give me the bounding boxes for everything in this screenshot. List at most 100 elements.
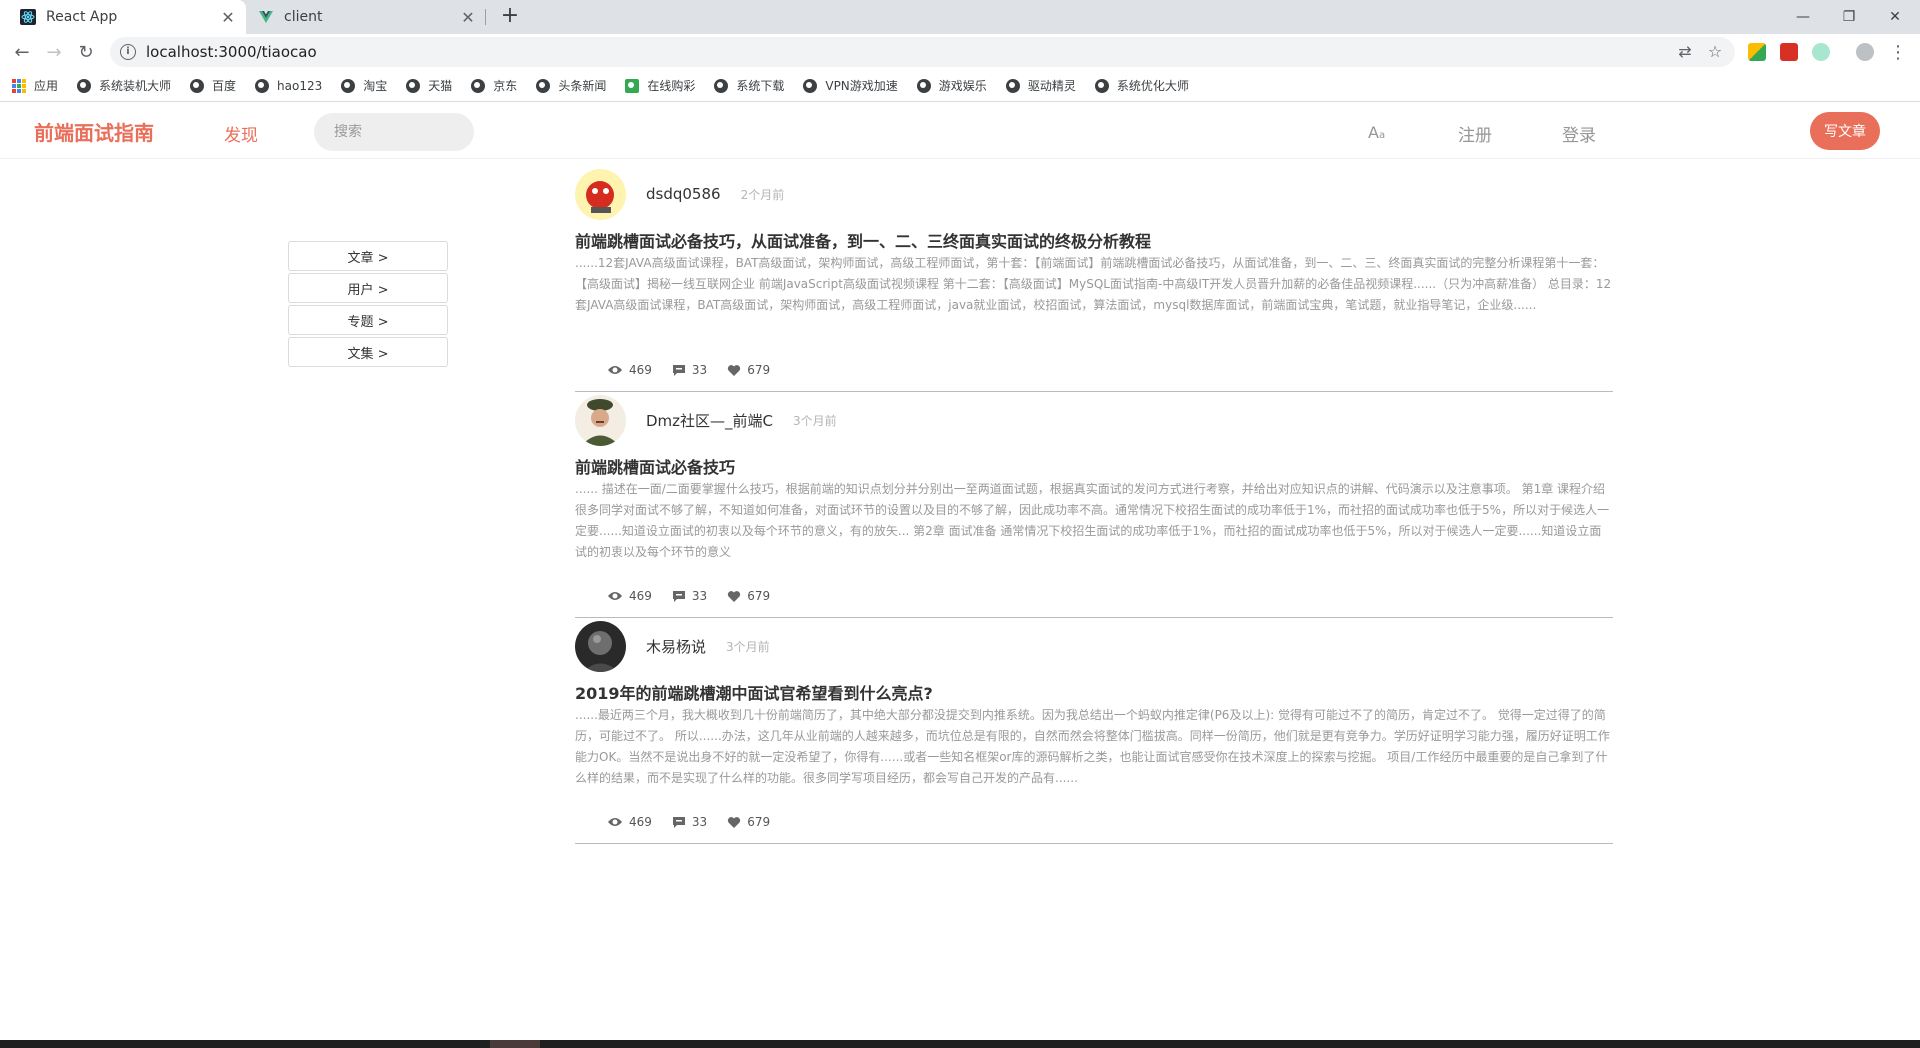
article-title[interactable]: 2019年的前端跳槽潮中面试官希望看到什么亮点? <box>575 680 933 704</box>
bookmark-item[interactable]: VPN游戏加速 <box>803 77 898 94</box>
bookmark-label: 头条新闻 <box>558 79 607 93</box>
star-icon[interactable]: ☆ <box>1706 43 1724 61</box>
author-name[interactable]: Dmz社区—_前端C <box>646 410 773 431</box>
views-stat: 469 <box>607 815 652 829</box>
comments-count: 33 <box>691 363 708 377</box>
vue-icon <box>258 9 274 25</box>
globe-icon <box>536 78 551 93</box>
address-bar[interactable]: i localhost:3000/tiaocao ⇄ ☆ <box>110 37 1735 67</box>
eye-icon <box>608 818 622 826</box>
tab-client[interactable]: client ✕ <box>246 0 486 34</box>
bookmark-item[interactable]: 系统下载 <box>714 77 784 94</box>
bookmark-item[interactable]: hao123 <box>255 78 323 93</box>
filter-collections[interactable]: 文集 > <box>288 337 448 367</box>
font-toggle-icon[interactable]: Aa <box>1368 123 1385 142</box>
tab-title: React App <box>46 9 118 25</box>
taskbar-segment <box>490 1040 540 1048</box>
globe-icon <box>77 78 92 93</box>
article-feed: dsdq0586 2个月前 前端跳槽面试必备技巧，从面试准备，到一、二、三终面真… <box>575 166 1613 844</box>
article-card: 木易杨说 3个月前 2019年的前端跳槽潮中面试官希望看到什么亮点? .....… <box>575 618 1613 844</box>
bookmark-label: 应用 <box>34 79 59 93</box>
comments-stat: 33 <box>672 815 707 829</box>
avatar[interactable] <box>575 168 626 220</box>
login-link[interactable]: 登录 <box>1562 121 1596 146</box>
apps-grid-icon <box>12 78 26 93</box>
author-name[interactable]: dsdq0586 <box>646 185 721 203</box>
reload-icon[interactable]: ↻ <box>74 40 98 64</box>
likes-count: 679 <box>747 589 771 603</box>
bookmark-label: 天猫 <box>428 79 453 93</box>
back-icon[interactable]: ← <box>10 40 34 64</box>
comment-icon <box>672 590 685 602</box>
bookmark-item[interactable]: 系统优化大师 <box>1094 77 1189 94</box>
minimize-icon[interactable]: — <box>1780 0 1826 34</box>
article-card: dsdq0586 2个月前 前端跳槽面试必备技巧，从面试准备，到一、二、三终面真… <box>575 166 1613 392</box>
bookmark-item[interactable]: 淘宝 <box>341 77 387 94</box>
tab-react-app[interactable]: React App ✕ <box>0 0 246 34</box>
avatar[interactable] <box>575 620 626 672</box>
forward-icon[interactable]: → <box>42 40 66 64</box>
views-count: 469 <box>629 589 652 603</box>
bookmark-apps[interactable]: 应用 <box>12 77 58 94</box>
likes-stat: 679 <box>727 815 770 829</box>
globe-icon <box>1094 78 1109 93</box>
views-stat: 469 <box>607 363 652 377</box>
author-name[interactable]: 木易杨说 <box>646 636 706 657</box>
bookmark-item[interactable]: 驱动精灵 <box>1005 77 1076 94</box>
close-icon[interactable]: ✕ <box>458 8 478 27</box>
bookmark-label: 系统装机大师 <box>99 79 172 93</box>
globe-icon <box>190 78 205 93</box>
likes-stat: 679 <box>727 589 770 603</box>
bookmark-item[interactable]: 天猫 <box>406 77 452 94</box>
article-title[interactable]: 前端跳槽面试必备技巧，从面试准备，到一、二、三终面真实面试的终极分析教程 <box>575 228 1151 252</box>
new-tab-button[interactable]: + <box>498 5 522 29</box>
translate-icon[interactable]: ⇄ <box>1676 43 1694 61</box>
bookmark-label: 在线购彩 <box>647 79 696 93</box>
restore-icon[interactable]: ❐ <box>1826 0 1872 34</box>
browser-tabstrip: React App ✕ client ✕ + — ❐ ✕ <box>0 0 1920 34</box>
bookmark-item[interactable]: 在线购彩 <box>625 77 695 94</box>
article-excerpt: ......12套JAVA高级面试课程，BAT高级面试，架构师面试，高级工程师面… <box>575 256 1612 312</box>
info-icon[interactable]: i <box>120 44 136 60</box>
lottery-icon <box>625 78 640 93</box>
bookmark-item[interactable]: 头条新闻 <box>536 77 606 94</box>
bookmark-item[interactable]: 京东 <box>471 77 517 94</box>
bookmark-label: 系统下载 <box>736 79 785 93</box>
bookmark-label: 京东 <box>493 79 518 93</box>
register-link[interactable]: 注册 <box>1458 121 1492 146</box>
heart-icon <box>728 364 741 376</box>
extension-icon[interactable] <box>1748 43 1766 61</box>
globe-icon <box>341 78 356 93</box>
views-count: 469 <box>629 815 652 829</box>
bookmark-item[interactable]: 百度 <box>190 77 236 94</box>
bookmark-label: hao123 <box>277 78 323 93</box>
avatar[interactable] <box>575 394 626 446</box>
menu-dots-icon[interactable]: ⋮ <box>1886 40 1910 64</box>
bookmark-item[interactable]: 系统装机大师 <box>77 77 171 94</box>
bookmark-label: 游戏娱乐 <box>938 79 987 93</box>
nav-discover[interactable]: 发现 <box>224 121 258 146</box>
article-title[interactable]: 前端跳槽面试必备技巧 <box>575 454 735 478</box>
font-toggle-small: a <box>1378 130 1386 141</box>
article-excerpt: ...... 描述在一面/二面要掌握什么技巧，根据前端的知识点划分并分别出一至两… <box>575 482 1610 559</box>
extension-icon[interactable] <box>1780 43 1798 61</box>
article-stats: 469 33 679 <box>607 589 790 603</box>
bookmark-label: 百度 <box>212 79 237 93</box>
globe-icon <box>471 78 486 93</box>
likes-count: 679 <box>747 363 771 377</box>
site-logo[interactable]: 前端面试指南 <box>34 117 154 146</box>
window-close-icon[interactable]: ✕ <box>1872 0 1918 34</box>
filter-topics[interactable]: 专题 > <box>288 305 448 335</box>
filter-users[interactable]: 用户 > <box>288 273 448 303</box>
post-time: 3个月前 <box>793 413 837 428</box>
bookmark-item[interactable]: 游戏娱乐 <box>916 77 987 94</box>
eye-icon <box>608 592 622 600</box>
views-count: 469 <box>629 363 652 377</box>
close-icon[interactable]: ✕ <box>218 8 238 27</box>
filter-articles[interactable]: 文章 > <box>288 241 448 271</box>
search-input[interactable] <box>314 113 474 151</box>
write-article-button[interactable]: 写文章 <box>1810 112 1880 150</box>
extension-icon[interactable] <box>1812 43 1830 61</box>
profile-avatar-icon[interactable] <box>1856 43 1874 61</box>
url-text: localhost:3000/tiaocao <box>146 43 317 61</box>
